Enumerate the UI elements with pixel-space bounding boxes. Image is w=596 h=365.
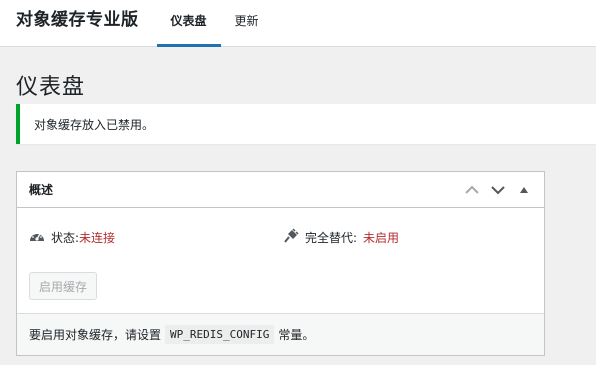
dropin-value: 未启用	[363, 230, 400, 245]
tab-updates[interactable]: 更新	[221, 0, 273, 46]
panel-footer: 要启用对象缓存，请设置 WP_REDIS_CONFIG 常量。	[17, 313, 544, 355]
plugin-plug-icon	[283, 227, 299, 247]
panel-handle-actions	[464, 182, 532, 198]
dropin-status: 完全替代: 未启用	[283, 222, 399, 252]
enable-cache-button[interactable]: 启用缓存	[29, 272, 98, 300]
status-label: 状态:	[51, 230, 80, 245]
plugin-title: 对象缓存专业版	[16, 10, 139, 30]
notice-text: 对象缓存放入已禁用。	[34, 117, 155, 132]
dropin-label: 完全替代:	[305, 230, 358, 245]
dashboard-gauge-icon	[29, 229, 45, 246]
tab-dashboard[interactable]: 仪表盘	[156, 0, 221, 47]
collapse-toggle-icon[interactable]	[516, 182, 532, 198]
chevron-up-icon[interactable]	[464, 182, 480, 198]
tab-nav: 仪表盘 更新	[156, 0, 273, 47]
connection-status: 状态: 未连接	[29, 222, 283, 252]
config-constant-code: WP_REDIS_CONFIG	[165, 325, 275, 344]
panel-header: 概述	[17, 172, 544, 208]
status-row: 状态: 未连接 完全替代: 未启用	[17, 208, 544, 252]
chevron-down-icon[interactable]	[490, 182, 506, 198]
panel-title: 概述	[29, 183, 54, 197]
footer-text-after: 常量。	[278, 328, 315, 342]
top-bar: 对象缓存专业版 仪表盘 更新	[0, 0, 596, 47]
success-notice: 对象缓存放入已禁用。	[16, 104, 596, 144]
status-value: 未连接	[79, 230, 116, 245]
page-title: 仪表盘	[16, 75, 86, 100]
footer-text-before: 要启用对象缓存，请设置	[29, 328, 162, 342]
overview-panel: 概述 状态: 未连接 完全替代: 未启用 启用缓存 要启用对象缓存，请设置 WP…	[16, 171, 545, 356]
